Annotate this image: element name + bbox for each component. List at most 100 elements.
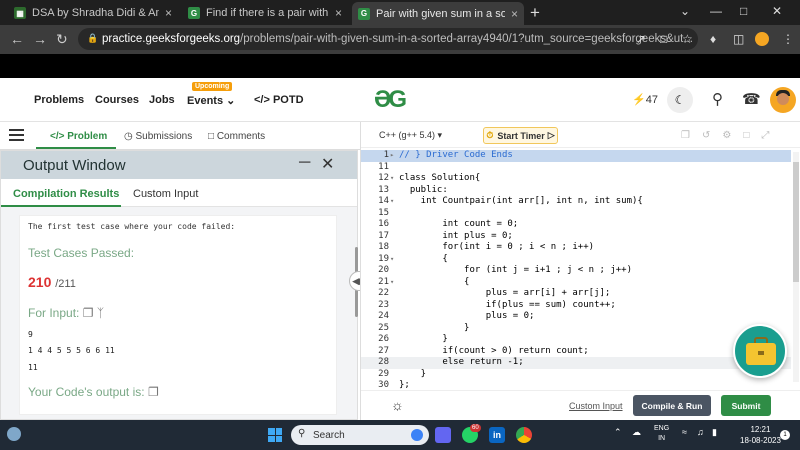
gfg-logo[interactable]: ƏG (374, 86, 407, 114)
battery-icon[interactable]: ▮ (712, 427, 717, 438)
tab-custom-input[interactable]: Custom Input (133, 188, 198, 200)
weather-icon[interactable] (7, 427, 21, 441)
code-line[interactable]: 1 ▸ // } Driver Code Ends (361, 150, 791, 162)
cloud-icon[interactable]: ☁ (632, 427, 641, 438)
notification-badge[interactable]: 1 (780, 430, 790, 440)
reload-icon[interactable]: ↻ (56, 31, 68, 48)
dark-mode-toggle[interactable]: ☾ (667, 87, 693, 113)
code-line[interactable]: 23 if(plus == sum) count++; (361, 300, 791, 312)
code-line[interactable]: 26 } (361, 334, 791, 346)
code-area[interactable]: 1 ▸// } Driver Code Ends 11 12 ▾ class Soluti… (361, 150, 791, 390)
back-icon[interactable]: ← (10, 31, 24, 47)
nav-problems[interactable]: Problems (34, 94, 84, 106)
fullscreen-icon[interactable]: □ (743, 130, 761, 141)
browser-tab-2[interactable]: G Find if there is a pair with a given s… (182, 3, 348, 23)
nav-jobs[interactable]: Jobs (149, 94, 175, 106)
reset-icon[interactable]: ↺ (702, 130, 722, 141)
code-line[interactable]: 19 ▾ { (361, 254, 791, 266)
forward-icon[interactable]: → (33, 31, 47, 47)
fold-arrow-icon[interactable]: ▾ (390, 278, 394, 286)
custom-input-link[interactable]: Custom Input (569, 401, 623, 411)
tab-compilation-results[interactable]: Compilation Results (13, 188, 119, 200)
nav-events[interactable]: Events ⌄ (187, 94, 235, 107)
chevron-up-icon[interactable]: ⌃ (614, 427, 622, 438)
editor-scrollbar[interactable] (793, 152, 799, 382)
nav-courses[interactable]: Courses (95, 94, 139, 106)
maximize-icon[interactable]: □ (740, 4, 747, 18)
code-line[interactable]: 17 int plus = 0; (361, 231, 791, 243)
start-timer-button[interactable]: ⏱ Start Timer ▷ (483, 127, 558, 144)
browser-tab-1[interactable]: ▦ DSA by Shradha Didi & Aman Bhaiya × (8, 3, 178, 23)
profile-avatar[interactable] (755, 32, 769, 46)
submit-button[interactable]: Submit (721, 395, 771, 416)
code-line[interactable]: 30}; (361, 380, 791, 390)
minimize-icon[interactable]: ─ (299, 154, 310, 172)
compile-run-button[interactable]: Compile & Run (633, 395, 711, 416)
share-icon[interactable]: ↗ (636, 32, 646, 46)
bing-icon[interactable] (411, 429, 423, 441)
copy-icon[interactable]: ❐ (148, 385, 159, 399)
url-input[interactable]: 🔒 practice.geeksforgeeks.org/problems/pa… (78, 28, 698, 50)
tab-comments[interactable]: □ Comments (208, 131, 265, 142)
code-line[interactable]: 28 else return -1; (361, 357, 791, 369)
code-line[interactable]: 15 (361, 208, 791, 220)
code-line[interactable]: 22 plus = arr[i] + arr[j]; (361, 288, 791, 300)
language-select[interactable]: C++ (g++ 5.4) ▾ (379, 130, 442, 141)
hamburger-menu-icon[interactable] (9, 129, 24, 144)
linkedin-icon[interactable]: in (489, 427, 505, 443)
lightbulb-icon[interactable]: ☼ (391, 397, 404, 413)
tab-problem[interactable]: </> Problem (50, 131, 107, 142)
code-line[interactable]: 12 ▾ class Solution{ (361, 173, 791, 185)
copy-icon[interactable]: ❐ (681, 130, 702, 141)
code-line[interactable]: 27 if(count > 0) return count; (361, 346, 791, 358)
star-icon[interactable]: ☆ (682, 32, 693, 46)
code-line[interactable]: 21 ▾ { (361, 277, 791, 289)
language-indicator[interactable]: ENG IN (654, 424, 669, 444)
code-line[interactable]: 29 } (361, 369, 791, 381)
code-line[interactable]: 11 (361, 162, 791, 174)
browser-tab-3[interactable]: G Pair with given sum in a sorted array … (352, 2, 524, 25)
sidepanel-icon[interactable]: ◫ (733, 32, 744, 46)
menu-dots-icon[interactable]: ⋮ (782, 32, 794, 46)
avatar[interactable] (770, 87, 796, 113)
code-line[interactable]: 14 ▾ int Countpair(int arr[], int n, int … (361, 196, 791, 208)
streak-counter[interactable]: ⚡47 (632, 93, 658, 106)
close-icon[interactable]: ✕ (321, 154, 334, 174)
code-line[interactable]: 20 for (int j = i+1 ; j < n ; j++) (361, 265, 791, 277)
close-tab-icon[interactable]: × (511, 7, 518, 21)
code-line[interactable]: 25 } (361, 323, 791, 335)
branch-icon[interactable]: ᛉ (97, 306, 104, 320)
fold-arrow-icon[interactable]: ▸ (390, 151, 394, 159)
extensions-icon[interactable]: ♦ (710, 32, 716, 46)
system-clock[interactable]: 12:21 18-08-2023 (740, 424, 781, 446)
meet-icon[interactable] (435, 427, 451, 443)
settings-icon[interactable]: ⚙ (722, 130, 743, 141)
fold-arrow-icon[interactable]: ▾ (390, 174, 394, 182)
expand-icon[interactable]: ⤢ (761, 130, 781, 141)
translate-icon[interactable]: □ (660, 32, 667, 46)
code-text: else return -1; (399, 357, 524, 367)
chrome-icon[interactable] (516, 427, 532, 443)
code-line[interactable]: 16 int count = 0; (361, 219, 791, 231)
fold-arrow-icon[interactable]: ▾ (390, 255, 394, 263)
code-line[interactable]: 24 plus = 0; (361, 311, 791, 323)
chevron-down-icon[interactable]: ⌄ (680, 4, 690, 18)
bell-icon[interactable]: ☎ (742, 90, 761, 108)
new-tab-icon[interactable]: + (530, 3, 540, 23)
close-tab-icon[interactable]: × (165, 6, 172, 20)
volume-icon[interactable]: ♫ (697, 427, 704, 437)
search-icon[interactable]: ⚲ (712, 90, 723, 108)
briefcase-icon[interactable] (733, 324, 787, 378)
windows-start-icon[interactable] (268, 428, 282, 442)
nav-potd[interactable]: </> POTD (254, 94, 304, 106)
code-line[interactable]: 18 for(int i = 0 ; i < n ; i++) (361, 242, 791, 254)
close-tab-icon[interactable]: × (335, 6, 342, 20)
fold-arrow-icon[interactable]: ▾ (390, 197, 394, 205)
search-input[interactable]: ⚲ Search (291, 425, 429, 445)
copy-icon[interactable]: ❐ (83, 306, 94, 320)
close-window-icon[interactable]: ✕ (772, 4, 782, 18)
wifi-icon[interactable]: ≈ (682, 427, 687, 437)
minimize-icon[interactable]: — (710, 4, 722, 18)
code-line[interactable]: 13 public: (361, 185, 791, 197)
tab-submissions[interactable]: ◷ Submissions (124, 131, 192, 142)
